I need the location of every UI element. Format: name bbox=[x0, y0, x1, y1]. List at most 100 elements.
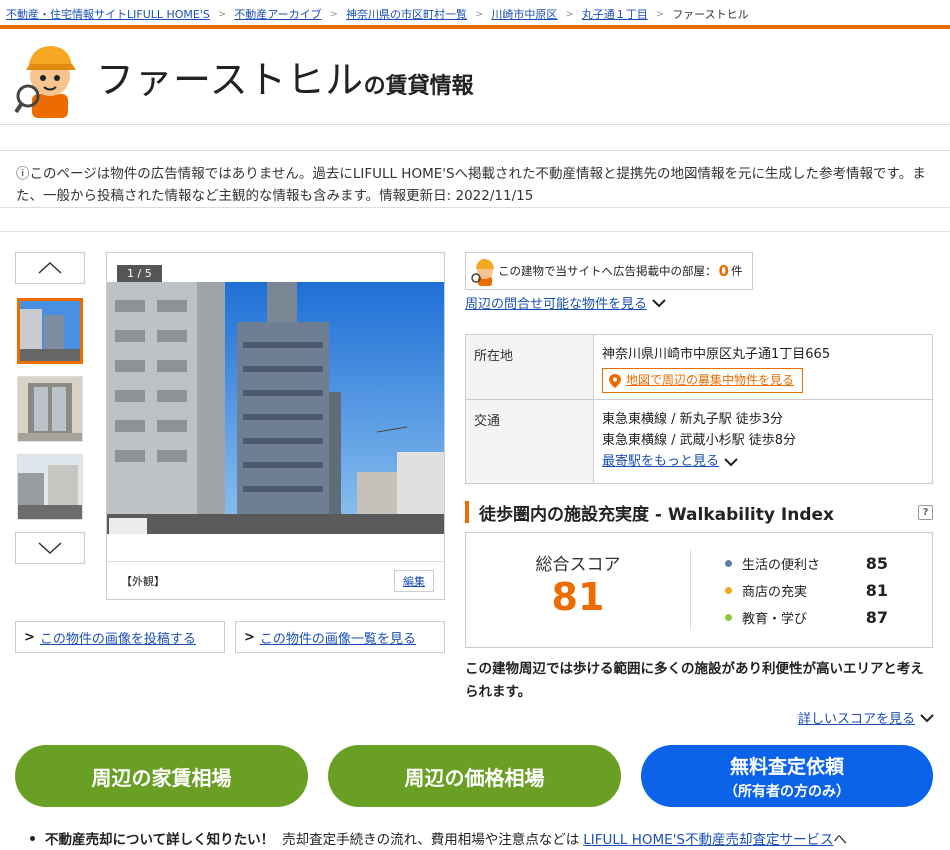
chevron-down-icon bbox=[652, 298, 666, 307]
chevron-down-icon bbox=[724, 457, 738, 466]
station-line: 東急東横線 / 武蔵小杉駅 徒歩8分 bbox=[602, 433, 797, 448]
transport-label: 交通 bbox=[466, 400, 594, 483]
free-assessment-button[interactable]: 無料査定依頼 （所有者の方のみ） bbox=[641, 745, 933, 807]
address-value: 神奈川県川崎市中原区丸子通1丁目665 bbox=[602, 347, 831, 362]
chevron-right-icon: > bbox=[329, 8, 339, 20]
ad-listing-count: 0 bbox=[718, 262, 729, 280]
breadcrumb: 不動産・住宅情報サイトLIFULL HOME'S > 不動産アーカイブ > 神奈… bbox=[0, 0, 950, 29]
station-line: 東急東横線 / 新丸子駅 徒歩3分 bbox=[602, 412, 784, 427]
dot-icon bbox=[725, 613, 732, 621]
address-label: 所在地 bbox=[466, 335, 594, 399]
price-market-label: 周辺の価格相場 bbox=[404, 765, 545, 790]
more-stations-row: 最寄駅をもっと見る bbox=[602, 451, 924, 472]
price-market-button[interactable]: 周辺の価格相場 bbox=[328, 745, 621, 807]
score-item-label: 生活の便利さ bbox=[742, 557, 821, 573]
score-item-label: 教育・学び bbox=[742, 611, 808, 627]
thumbnail-3[interactable] bbox=[17, 454, 83, 520]
score-breakdown: 生活の便利さ 85 商店の充実 81 教育・学び 87 bbox=[691, 550, 932, 631]
transport-row: 交通 東急東横線 / 新丸子駅 徒歩3分 東急東横線 / 武蔵小杉駅 徒歩8分 … bbox=[466, 400, 932, 483]
sale-assessment-service-link[interactable]: LIFULL HOME'S不動産売却査定サービス bbox=[583, 828, 833, 848]
spacer bbox=[0, 208, 950, 232]
chevron-right-icon: > bbox=[24, 629, 35, 645]
rent-market-button[interactable]: 周辺の家賃相場 bbox=[15, 745, 308, 807]
chevron-down-icon bbox=[38, 542, 62, 555]
mascot-icon bbox=[14, 36, 84, 118]
chevron-right-icon: > bbox=[244, 629, 255, 645]
image-list-button[interactable]: > この物件の画像一覧を見る bbox=[235, 621, 445, 653]
ad-listing-box: この建物で当サイトへ広告掲載中の部屋： 0 件 bbox=[465, 252, 754, 290]
chevron-right-icon: > bbox=[475, 8, 484, 20]
property-info-column: この建物で当サイトへ広告掲載中の部屋： 0 件 周辺の問合せ可能な物件を見る 所… bbox=[465, 252, 933, 704]
image-list-link[interactable]: この物件の画像一覧を見る bbox=[260, 628, 416, 647]
breadcrumb-link-prefecture[interactable]: 神奈川県の市区町村一覧 bbox=[346, 6, 467, 22]
breadcrumb-current: ファーストヒル bbox=[672, 8, 749, 21]
thumbnail-up-button[interactable] bbox=[15, 252, 85, 284]
spacer bbox=[0, 125, 950, 151]
breadcrumb-link-ward[interactable]: 川崎市中原区 bbox=[491, 6, 557, 22]
dot-icon bbox=[725, 586, 732, 594]
map-nearby-button[interactable]: 地図で周辺の募集中物件を見る bbox=[602, 368, 804, 393]
dot-icon bbox=[725, 559, 732, 567]
post-image-button[interactable]: > この物件の画像を投稿する bbox=[15, 621, 225, 653]
rent-market-label: 周辺の家賃相場 bbox=[91, 765, 232, 790]
building-name: ファーストヒル bbox=[96, 58, 364, 102]
score-item-value: 85 bbox=[865, 553, 888, 573]
nearby-properties-link[interactable]: 周辺の問合せ可能な物件を見る bbox=[465, 293, 647, 312]
walkability-heading: 徒歩圏内の施設充実度 - Walkability Index ? bbox=[465, 500, 933, 525]
breadcrumb-link-archive[interactable]: 不動産アーカイブ bbox=[234, 6, 321, 22]
total-score-value: 81 bbox=[551, 575, 605, 619]
transport-cell: 東急東横線 / 新丸子駅 徒歩3分 東急東横線 / 武蔵小杉駅 徒歩8分 最寄駅… bbox=[594, 400, 932, 483]
score-detail-link[interactable]: 詳しいスコアを見る bbox=[798, 708, 915, 727]
page-title-suffix: の賃貸情報 bbox=[363, 74, 474, 99]
walkability-score-box: 総合スコア 81 生活の便利さ 85 商店の充実 81 教育・学び 87 bbox=[465, 532, 933, 648]
thumbnail-down-button[interactable] bbox=[15, 532, 85, 564]
heading-accent-bar bbox=[465, 501, 469, 523]
breadcrumb-link-home[interactable]: 不動産・住宅情報サイトLIFULL HOME'S bbox=[6, 6, 210, 22]
post-image-link[interactable]: この物件の画像を投稿する bbox=[40, 628, 196, 647]
map-nearby-link[interactable]: 地図で周辺の募集中物件を見る bbox=[626, 370, 794, 391]
free-assessment-label: 無料査定依頼 bbox=[729, 755, 844, 778]
thumbnail-2[interactable] bbox=[17, 376, 83, 442]
address-cell: 神奈川県川崎市中原区丸子通1丁目665 地図で周辺の募集中物件を見る bbox=[594, 335, 932, 399]
photo-counter: 1 / 5 bbox=[117, 265, 162, 282]
score-item-education: 教育・学び 87 bbox=[725, 604, 932, 631]
ad-listing-unit: 件 bbox=[730, 264, 743, 278]
breadcrumb-link-town[interactable]: 丸子通１丁目 bbox=[582, 6, 648, 22]
walkability-description: この建物周辺では歩ける範囲に多くの施設があり利便性が高いエリアと考えられます。 bbox=[465, 661, 924, 700]
nearby-properties-link-row: 周辺の問合せ可能な物件を見る bbox=[465, 293, 933, 312]
score-item-value: 81 bbox=[865, 580, 888, 600]
main-photo-viewer: 1 / 5 【外観】 編集 bbox=[106, 252, 445, 600]
free-assessment-sublabel: （所有者の方のみ） bbox=[724, 783, 850, 800]
thumbnail-1[interactable] bbox=[17, 298, 83, 364]
page-title: ファーストヒルの賃貸情報 bbox=[96, 49, 474, 104]
sale-info-suffix: へ bbox=[833, 832, 847, 848]
photo-caption-bar: 【外観】 編集 bbox=[107, 561, 444, 599]
score-item-convenience: 生活の便利さ 85 bbox=[725, 550, 932, 577]
score-item-shops: 商店の充実 81 bbox=[725, 577, 932, 604]
chevron-right-icon: > bbox=[217, 8, 227, 20]
walkability-title: 徒歩圏内の施設充実度 - Walkability Index bbox=[479, 504, 834, 525]
chevron-right-icon: > bbox=[565, 8, 574, 20]
more-stations-link[interactable]: 最寄駅をもっと見る bbox=[602, 451, 719, 472]
building-photo[interactable] bbox=[107, 282, 444, 534]
photo-caption: 【外観】 bbox=[121, 574, 165, 588]
map-pin-icon bbox=[609, 373, 621, 388]
sale-info-heading: 不動産売却について詳しく知りたい！ bbox=[45, 832, 275, 848]
ad-listing-text: この建物で当サイトへ広告掲載中の部屋： bbox=[498, 264, 717, 278]
thumbnail-strip bbox=[15, 252, 85, 564]
address-row: 所在地 神奈川県川崎市中原区丸子通1丁目665 地図で周辺の募集中物件を見る bbox=[466, 335, 932, 400]
score-detail-link-row: 詳しいスコアを見る bbox=[798, 708, 935, 727]
sale-info-text: 売却査定手続きの流れ、費用相場や注意点などは bbox=[282, 832, 580, 848]
edit-caption-button[interactable]: 編集 bbox=[394, 569, 434, 592]
disclaimer-notice: ⓘこのページは物件の広告情報ではありません。過去にLIFULL HOME'Sへ掲… bbox=[0, 151, 950, 208]
page-header: ファーストヒルの賃貸情報 bbox=[0, 29, 950, 125]
chevron-right-icon: > bbox=[655, 8, 665, 20]
help-icon[interactable]: ? bbox=[918, 504, 933, 520]
mascot-icon bbox=[471, 259, 494, 286]
sale-info-note: 不動産売却について詳しく知りたい！ 売却査定手続きの流れ、費用相場や注意点などは… bbox=[30, 828, 847, 848]
bullet-icon bbox=[30, 835, 35, 841]
chevron-up-icon bbox=[38, 261, 62, 274]
total-score-panel: 総合スコア 81 bbox=[466, 550, 691, 630]
total-score-label: 総合スコア bbox=[535, 555, 621, 575]
chevron-down-icon bbox=[920, 713, 934, 722]
